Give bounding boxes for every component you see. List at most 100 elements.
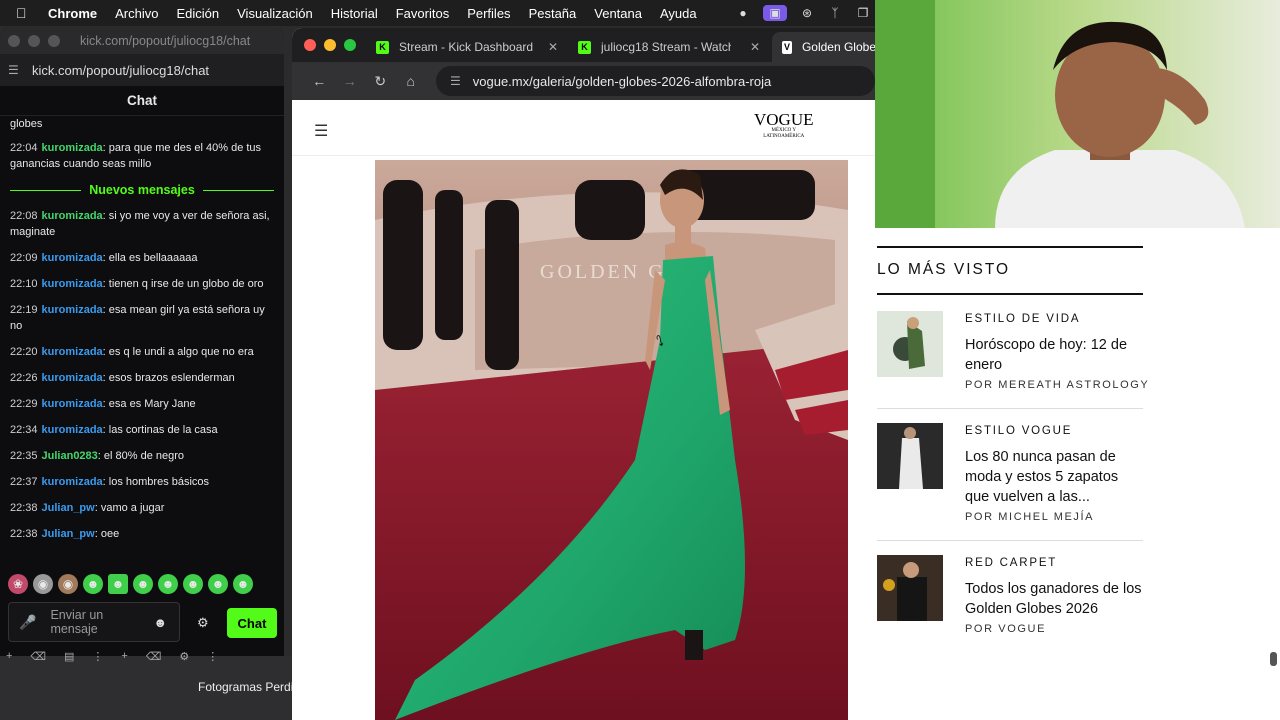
reload-icon[interactable]: ↻ [365, 73, 396, 90]
message-time: 22:19 [10, 304, 38, 316]
article-card[interactable]: RED CARPET Todos los ganadores de los Go… [877, 555, 1143, 645]
nav-bar: ← → ↻ ⌂ ☰ vogue.mx/galeria/golden-globes… [292, 62, 875, 100]
article-thumbnail[interactable] [877, 311, 943, 377]
message-time: 22:08 [10, 210, 38, 222]
zoom-window-button[interactable] [48, 35, 60, 47]
hamburger-icon[interactable]: ☰ [314, 121, 328, 141]
message-time: 22:29 [10, 398, 38, 410]
menu-ayuda[interactable]: Ayuda [660, 6, 697, 21]
screen-share-icon[interactable]: ▣ [763, 5, 787, 21]
add-icon[interactable]: + [121, 650, 127, 663]
message-user[interactable]: kuromizada [42, 278, 103, 290]
emote-icon[interactable]: ☻ [183, 574, 203, 594]
message-user[interactable]: Julian0283 [42, 450, 98, 462]
minimize-window-button[interactable] [324, 39, 336, 51]
message-user[interactable]: kuromizada [42, 142, 103, 154]
message-user[interactable]: kuromizada [42, 210, 103, 222]
close-icon[interactable]: ✕ [548, 40, 558, 54]
menu-app-name[interactable]: Chrome [48, 6, 97, 21]
smile-icon[interactable]: ☻ [153, 615, 167, 630]
message-user[interactable]: kuromizada [42, 304, 103, 316]
article-thumbnail[interactable] [877, 555, 943, 621]
site-header: ☰ VOGUE MÉXICO Y LATINOAMÉRICA [292, 100, 875, 156]
cursor-icon: ⭛ [656, 333, 664, 349]
close-window-button[interactable] [8, 35, 20, 47]
trash-icon[interactable]: ⌫ [146, 650, 162, 663]
add-icon[interactable]: + [6, 650, 12, 663]
home-icon[interactable]: ⌂ [396, 73, 427, 89]
chat-message: 22:04 kuromizada: para que me des el 40% … [10, 140, 274, 172]
menu-visualizacion[interactable]: Visualización [237, 6, 313, 21]
scrollbar-thumb[interactable] [1270, 652, 1277, 666]
menu-historial[interactable]: Historial [331, 6, 378, 21]
address-url: vogue.mx/galeria/golden-globes-2026-alfo… [472, 73, 772, 89]
menu-pestana[interactable]: Pestaña [529, 6, 577, 21]
emote-icon[interactable]: ☻ [83, 574, 103, 594]
new-messages-label: Nuevos mensajes [89, 183, 195, 197]
address-bar[interactable]: ☰ vogue.mx/galeria/golden-globes-2026-al… [436, 66, 875, 96]
tab-golden-globes[interactable]: V Golden Globes [772, 32, 875, 62]
message-text: : tienen q irse de un globo de oro [102, 278, 264, 290]
message-user[interactable]: kuromizada [42, 398, 103, 410]
menu-favoritos[interactable]: Favoritos [396, 6, 449, 21]
tune-icon[interactable]: ☰ [8, 63, 22, 77]
menu-ventana[interactable]: Ventana [594, 6, 642, 21]
emote-cat-icon[interactable]: ◉ [33, 574, 53, 594]
article-headline[interactable]: Todos los ganadores de los Golden Globes… [965, 579, 1145, 619]
menu-archivo[interactable]: Archivo [115, 6, 158, 21]
chat-message: 22:08 kuromizada: si yo me voy a ver de s… [10, 208, 274, 240]
vogue-logo[interactable]: VOGUE MÉXICO Y LATINOAMÉRICA [754, 111, 814, 140]
more-icon[interactable]: ⋮ [92, 650, 103, 663]
forward-icon[interactable]: → [335, 73, 366, 89]
windows-icon[interactable]: ❐ [855, 5, 871, 21]
message-user[interactable]: kuromizada [42, 252, 103, 264]
broadcast-icon[interactable]: ⊛ [799, 5, 815, 21]
gear-icon[interactable]: ⚙ [179, 650, 189, 663]
close-icon[interactable]: ✕ [750, 40, 760, 54]
message-user[interactable]: kuromizada [42, 372, 103, 384]
microphone-icon[interactable]: 🎤 [19, 614, 36, 631]
chat-url-bar[interactable]: ☰ kick.com/popout/juliocg18/chat [0, 54, 284, 86]
message-user[interactable]: Julian_pw [42, 502, 95, 514]
zoom-window-button[interactable] [344, 39, 356, 51]
message-user[interactable]: kuromizada [42, 476, 103, 488]
back-icon[interactable]: ← [304, 73, 335, 89]
article-headline[interactable]: Horóscopo de hoy: 12 de enero [965, 335, 1145, 375]
emote-icon[interactable]: ☻ [133, 574, 153, 594]
message-user[interactable]: kuromizada [42, 424, 103, 436]
bluetooth-icon[interactable]: ᛉ [827, 5, 843, 21]
article-category[interactable]: ESTILO VOGUE [965, 425, 1072, 437]
message-text: : las cortinas de la casa [102, 424, 218, 436]
filter-icon[interactable]: ▤ [64, 650, 74, 663]
gallery-photo[interactable]: GOLDEN GL [375, 160, 848, 720]
message-time: 22:10 [10, 278, 38, 290]
article-thumbnail[interactable] [877, 423, 943, 489]
tab-kick-dashboard[interactable]: K Stream - Kick Dashboard ✕ [366, 32, 566, 62]
trash-icon[interactable]: ⌫ [30, 650, 46, 663]
article-category[interactable]: RED CARPET [965, 557, 1057, 569]
apple-icon[interactable]:  [16, 5, 34, 21]
emote-icon[interactable]: ☻ [208, 574, 228, 594]
menu-perfiles[interactable]: Perfiles [467, 6, 510, 21]
article-card[interactable]: ESTILO DE VIDA Horóscopo de hoy: 12 de e… [877, 311, 1148, 423]
chat-input[interactable]: 🎤 Enviar un mensaje ☻ [8, 602, 180, 642]
tab-juliocg18-stream[interactable]: K juliocg18 Stream - Watch Li ✕ [568, 32, 768, 62]
minimize-window-button[interactable] [28, 35, 40, 47]
article-category[interactable]: ESTILO DE VIDA [965, 313, 1080, 325]
message-user[interactable]: kuromizada [42, 346, 103, 358]
close-window-button[interactable] [304, 39, 316, 51]
emote-icon[interactable]: ☻ [158, 574, 178, 594]
message-user[interactable]: Julian_pw [42, 528, 95, 540]
tune-icon[interactable]: ☰ [450, 74, 461, 88]
article-headline[interactable]: Los 80 nunca pasan de moda y estos 5 zap… [965, 447, 1145, 507]
emote-icon[interactable]: ☻ [108, 574, 128, 594]
article-card[interactable]: ESTILO VOGUE Los 80 nunca pasan de moda … [877, 423, 1143, 555]
emote-cat-icon[interactable]: ◉ [58, 574, 78, 594]
emote-icon[interactable]: ☻ [233, 574, 253, 594]
gear-icon[interactable]: ⚙ [197, 615, 209, 631]
obs-icon[interactable]: ● [735, 5, 751, 21]
send-chat-button[interactable]: Chat [227, 608, 277, 638]
emote-icon[interactable]: ❀ [8, 574, 28, 594]
more-icon[interactable]: ⋮ [207, 650, 218, 663]
menu-edicion[interactable]: Edición [176, 6, 219, 21]
